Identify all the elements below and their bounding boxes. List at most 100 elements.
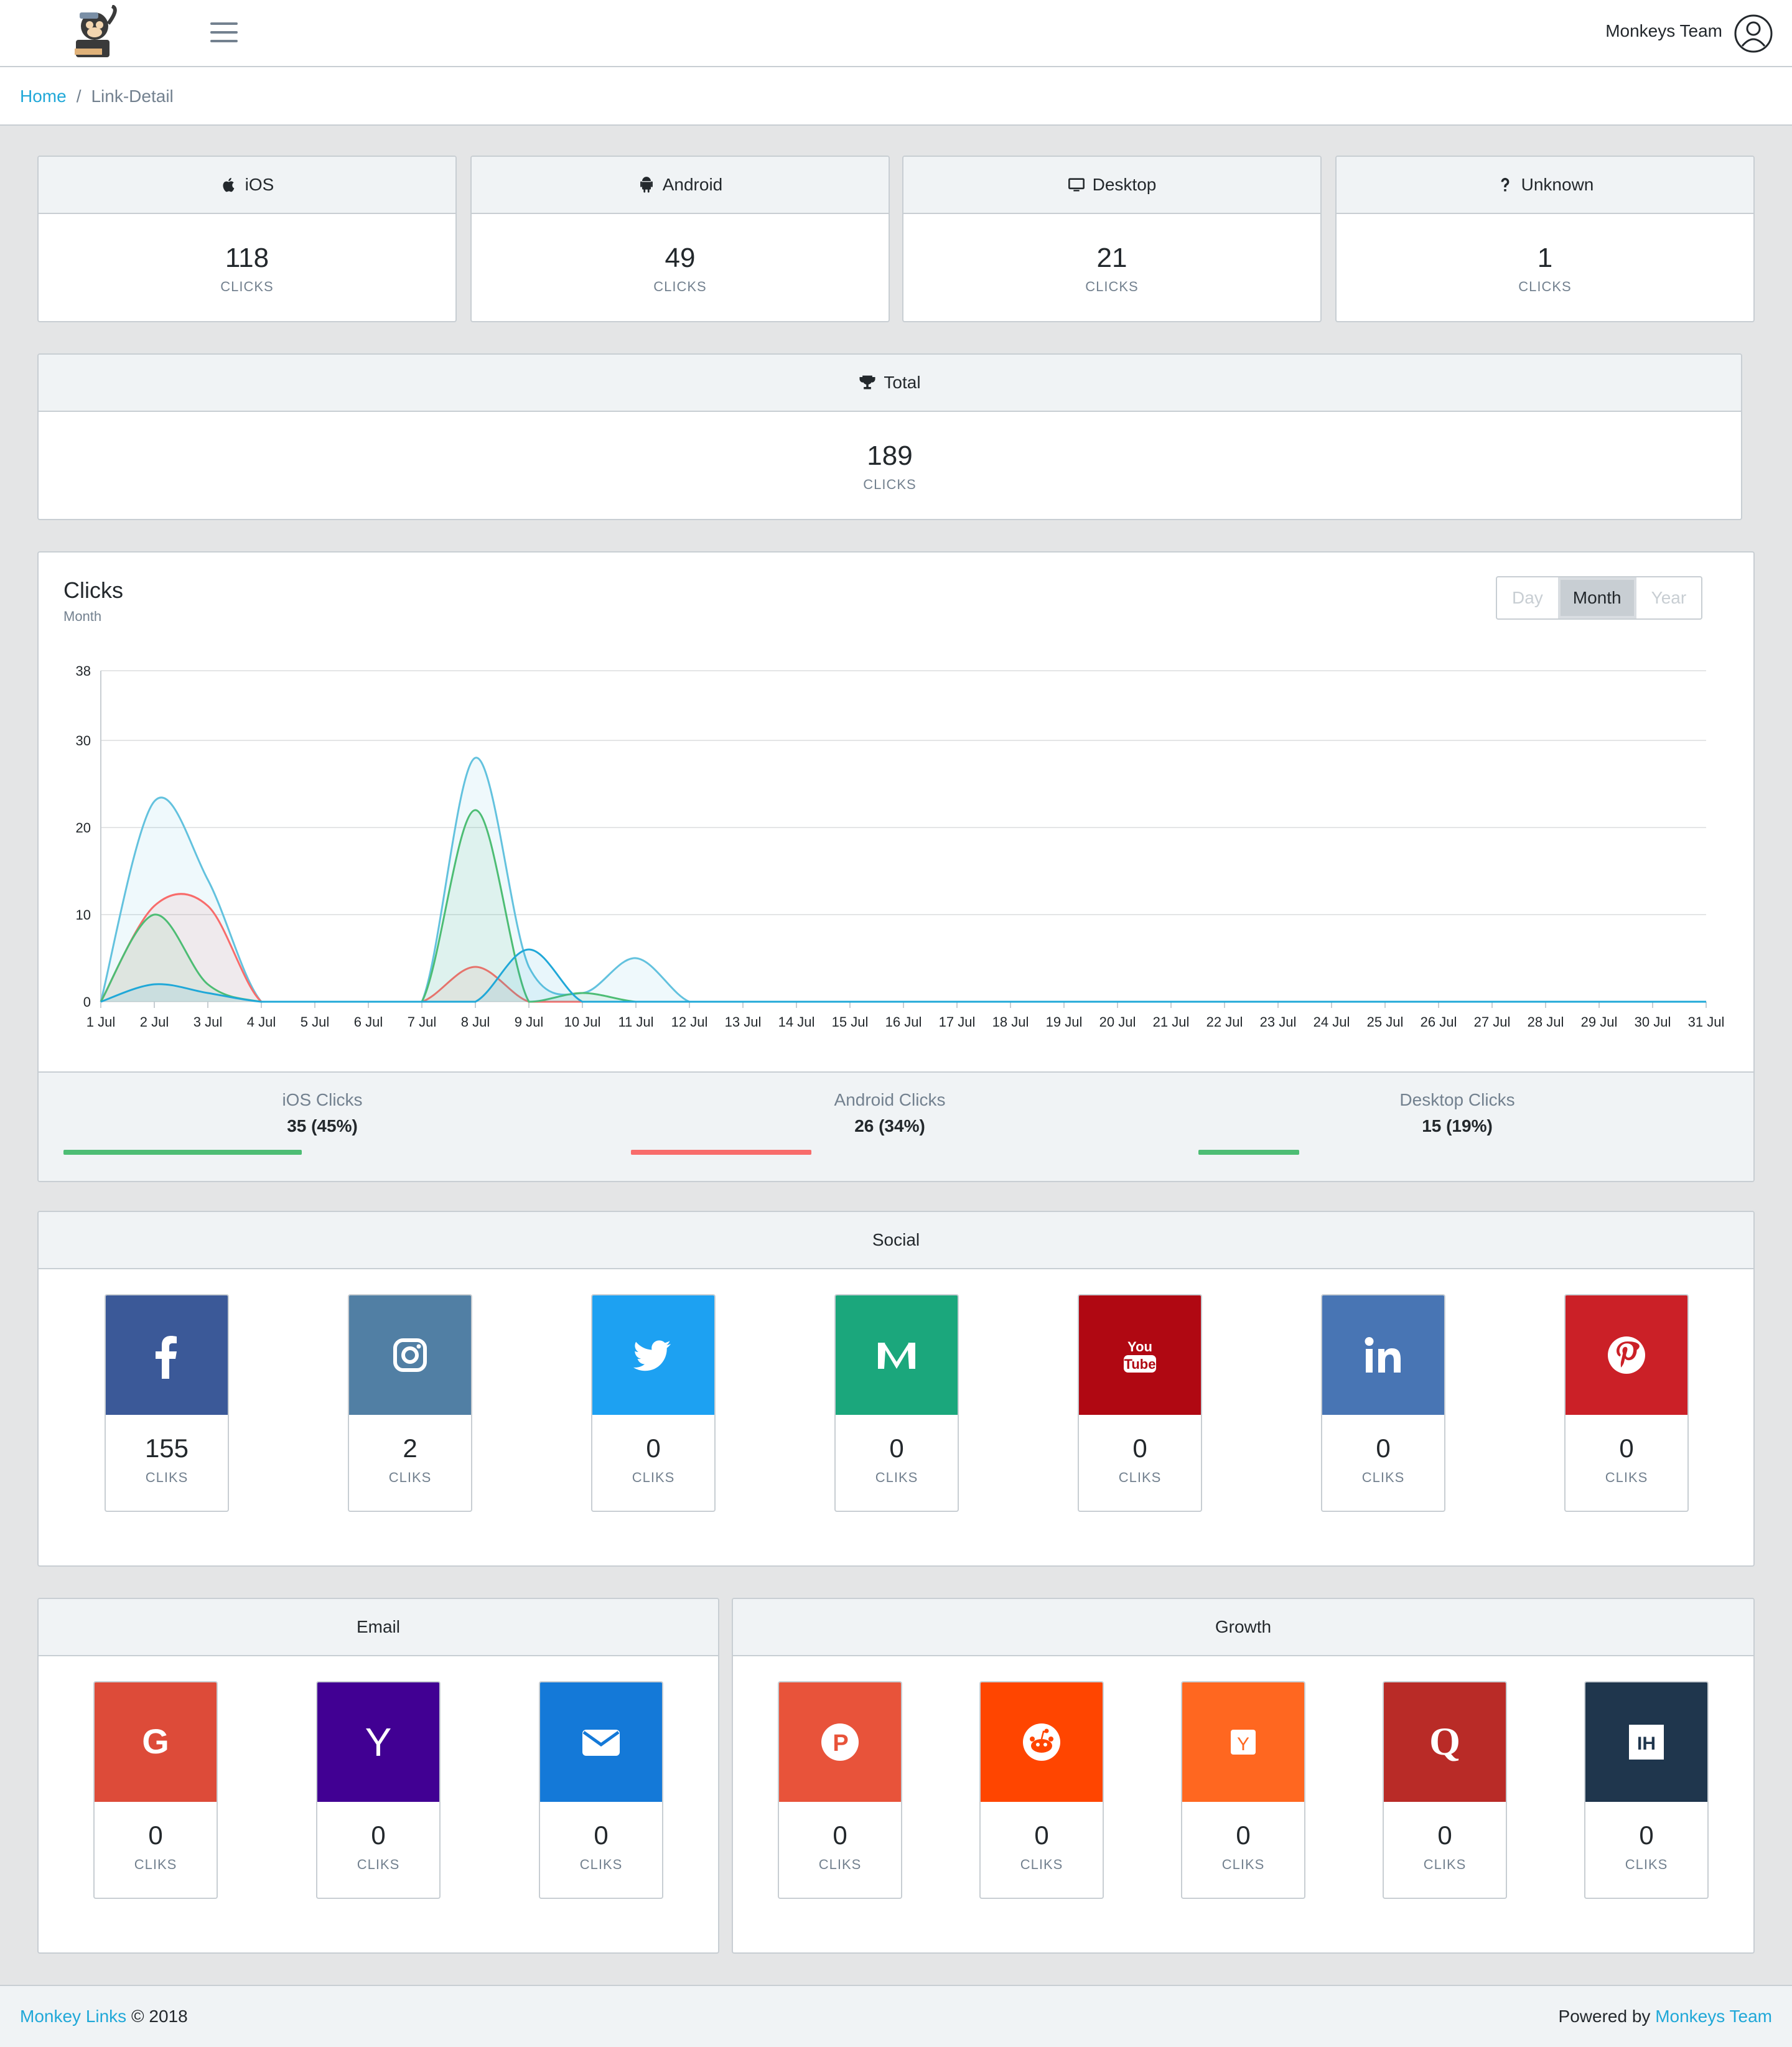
clicks-chart-card: Clicks Month Day Month Year 0 10 20 30 38 1 J… [37, 551, 1755, 1182]
tile-producthunt[interactable]: P 0 CLIKS [778, 1681, 902, 1899]
tile-clicks-unit: CLIKS [1605, 1470, 1648, 1485]
tile-linkedin[interactable]: 0 CLIKS [1321, 1294, 1445, 1512]
tile-yahoo[interactable]: Y 0 CLIKS [316, 1681, 441, 1899]
tile-clicks-value: 0 [1034, 1821, 1049, 1850]
monkey-logo-icon[interactable] [62, 5, 131, 61]
clicks-chart: 0 10 20 30 38 1 Jul 2 Jul 3 Jul 4 Jul 5 Jul 6 Jul 7… [76, 663, 1725, 1030]
tile-clicks-unit: CLIKS [875, 1470, 918, 1485]
footer-team-link[interactable]: Monkeys Team [1655, 2007, 1772, 2026]
total-clicks-value: 189 [867, 441, 913, 471]
range-month-button[interactable]: Month [1557, 577, 1636, 618]
tile-icon-area: G [95, 1682, 217, 1802]
x-tick-label: 23 Jul [1260, 1014, 1297, 1030]
tile-indiehackers[interactable]: IH 0 CLIKS [1584, 1681, 1709, 1899]
tile-clicks-unit: CLIKS [1361, 1470, 1405, 1485]
user-name[interactable]: Monkeys Team [1605, 21, 1722, 41]
instagram-icon [393, 1338, 427, 1372]
device-label: Desktop [1092, 175, 1157, 194]
tile-icon-area: IH [1585, 1682, 1707, 1802]
tile-clicks-value: 0 [371, 1821, 386, 1850]
card-header: Desktop [903, 157, 1320, 214]
x-tick-label: 28 Jul [1528, 1014, 1564, 1030]
chart-title: Clicks [63, 577, 123, 603]
svg-text:Y: Y [365, 1720, 392, 1765]
tile-mail[interactable]: 0 CLIKS [539, 1681, 663, 1899]
series-line-3 [100, 948, 1706, 1003]
tile-icon-area [981, 1682, 1103, 1802]
series-line-0 [100, 757, 1706, 1003]
tile-pinterest[interactable]: 0 CLIKS [1564, 1294, 1689, 1512]
hamburger-line [210, 22, 238, 25]
x-tick-label: 29 Jul [1581, 1014, 1618, 1030]
svg-text:Tube: Tube [1124, 1356, 1156, 1372]
growth-card: Growth P 0 CLIKS 0 CLIKS Y 0 CLIKS Q 0 CLIKS IH 0 CLI… [732, 1598, 1755, 1954]
range-day-button[interactable]: Day [1497, 577, 1558, 618]
tile-clicks-value: 155 [144, 1434, 189, 1463]
breadcrumb-home-link[interactable]: Home [20, 86, 67, 106]
tile-clicks-unit: CLIKS [1020, 1857, 1063, 1872]
chart-footer-item-android: Android Clicks 26 (34%) [606, 1090, 1174, 1136]
device-label: iOS [245, 175, 274, 194]
tile-clicks-unit: CLIKS [357, 1857, 400, 1872]
x-tick-label: 10 Jul [564, 1014, 601, 1030]
tile-icon-area [1322, 1295, 1444, 1415]
svg-text:G: G [142, 1722, 169, 1761]
tile-medium[interactable]: 0 CLIKS [834, 1294, 959, 1512]
chart-footer: iOS Clicks 35 (45%) Android Clicks 26 (3… [39, 1071, 1753, 1181]
yahoo-icon: Y [365, 1720, 392, 1765]
app-footer: Monkey Links © 2018 Powered by Monkeys T… [0, 1985, 1792, 2047]
chart-footer-item-ios: iOS Clicks 35 (45%) [39, 1090, 606, 1136]
tile-hackernews[interactable]: Y 0 CLIKS [1181, 1681, 1305, 1899]
tile-reddit[interactable]: 0 CLIKS [979, 1681, 1104, 1899]
tile-icon-area: You Tube [1079, 1295, 1201, 1415]
device-clicks-unit: CLICKS [1085, 279, 1139, 294]
sidebar-toggle-button[interactable] [210, 22, 238, 45]
total-label: Total [884, 373, 921, 392]
x-tick-label: 7 Jul [408, 1014, 436, 1030]
range-button-group: Day Month Year [1496, 576, 1703, 620]
footer-series-name: Desktop Clicks [1399, 1090, 1515, 1109]
x-tick-label: 30 Jul [1635, 1014, 1671, 1030]
progress-bar-desktop [1198, 1150, 1299, 1155]
user-avatar-icon[interactable] [1734, 14, 1773, 54]
progress-bar-android [631, 1150, 811, 1155]
footer-series-value: 35 (45%) [287, 1116, 358, 1135]
footer-brand-link[interactable]: Monkey Links [20, 2007, 126, 2026]
tile-clicks-value: 0 [594, 1821, 609, 1850]
series-area-0 [101, 757, 1706, 1002]
card-header: Total [39, 355, 1741, 412]
reddit-icon [1023, 1723, 1060, 1761]
tile-clicks-unit: CLIKS [818, 1857, 862, 1872]
device-label: Unknown [1521, 175, 1594, 194]
tile-facebook[interactable]: 155 CLIKS [105, 1294, 229, 1512]
x-tick-label: 27 Jul [1474, 1014, 1511, 1030]
hamburger-line [210, 31, 238, 34]
tile-clicks-value: 0 [1376, 1434, 1391, 1463]
tile-clicks-unit: CLIKS [145, 1470, 189, 1485]
footer-series-name: Android Clicks [834, 1090, 946, 1109]
tile-clicks-unit: CLIKS [579, 1857, 623, 1872]
apple-icon [223, 177, 235, 192]
x-tick-label: 17 Jul [939, 1014, 976, 1030]
tile-icon-area: P [779, 1682, 901, 1802]
x-tick-label: 18 Jul [992, 1014, 1029, 1030]
tile-youtube[interactable]: You Tube 0 CLIKS [1078, 1294, 1202, 1512]
envelope-icon [582, 1730, 620, 1756]
x-tick-label: 3 Jul [194, 1014, 222, 1030]
x-tick-label: 11 Jul [618, 1014, 653, 1030]
x-tick-label: 12 Jul [671, 1014, 708, 1030]
svg-text:Y: Y [1237, 1734, 1249, 1755]
tile-twitter[interactable]: 0 CLIKS [591, 1294, 716, 1512]
tile-gmail[interactable]: G 0 CLIKS [93, 1681, 218, 1899]
x-tick-label: 20 Jul [1099, 1014, 1136, 1030]
youtube-icon: YouTube [1124, 1339, 1156, 1373]
range-year-button[interactable]: Year [1636, 577, 1702, 618]
linkedin-icon [1365, 1337, 1401, 1373]
tile-quora[interactable]: Q 0 CLIKS [1383, 1681, 1507, 1899]
device-card-android: Android 49 CLICKS [470, 156, 890, 322]
device-clicks-unit: CLICKS [220, 279, 274, 294]
card-header: Unknown [1337, 157, 1753, 214]
tile-icon-area: Y [317, 1682, 439, 1802]
tile-instagram[interactable]: 2 CLIKS [348, 1294, 472, 1512]
card-header: Social [39, 1212, 1753, 1269]
